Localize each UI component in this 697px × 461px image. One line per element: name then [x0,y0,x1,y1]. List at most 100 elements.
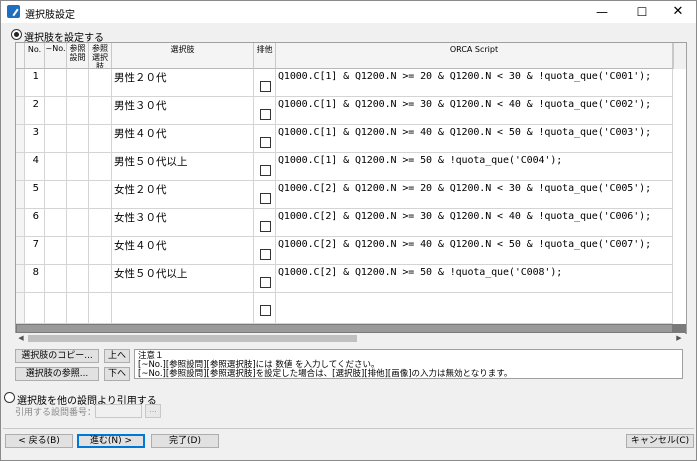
cell-tilde-no[interactable] [45,209,67,237]
exclusive-checkbox[interactable] [260,81,271,92]
minimize-icon[interactable]: — [583,1,621,23]
cell-no[interactable]: 6 [25,209,45,237]
cell-ref-question[interactable] [67,209,89,237]
cell-choice[interactable]: 男性３０代 [112,97,254,125]
col-header-choice[interactable]: 選択肢 [112,43,254,69]
col-header-no[interactable]: No. [25,43,45,69]
cell-script[interactable]: Q1000.C[1] & Q1200.N >= 20 & Q1200.N < 3… [276,69,673,97]
cell-choice[interactable]: 女性３０代 [112,209,254,237]
finish-button[interactable]: 完了(D) [151,434,219,448]
cite-question-number-input[interactable] [95,404,142,418]
cell-no[interactable]: 5 [25,181,45,209]
maximize-icon[interactable]: ☐ [623,1,661,23]
cell-ref-choice[interactable] [89,125,112,153]
back-button[interactable]: < 戻る(B) [5,434,73,448]
cancel-button[interactable]: キャンセル(C) [626,434,694,448]
cell-ref-question[interactable] [67,97,89,125]
exclusive-checkbox[interactable] [260,277,271,288]
cell-tilde-no[interactable] [45,237,67,265]
cell-choice[interactable]: 女性２０代 [112,181,254,209]
move-up-button[interactable]: 上へ [104,349,130,363]
cell-script[interactable]: Q1000.C[2] & Q1200.N >= 20 & Q1200.N < 3… [276,181,673,209]
col-header-tilde-no[interactable]: ~No. [45,43,67,69]
cell-no[interactable]: 8 [25,265,45,293]
cell-ref-question[interactable] [67,265,89,293]
cell-tilde-no[interactable] [45,181,67,209]
cell-choice[interactable]: 男性４０代 [112,125,254,153]
exclusive-checkbox[interactable] [260,221,271,232]
cell-ref-choice[interactable] [89,265,112,293]
cell-choice[interactable]: 女性４０代 [112,237,254,265]
exclusive-checkbox[interactable] [260,193,271,204]
cell-exclusive[interactable] [254,125,276,153]
cell-script[interactable]: Q1000.C[2] & Q1200.N >= 30 & Q1200.N < 4… [276,209,673,237]
cell-ref-choice[interactable] [89,293,112,324]
cell-ref-choice[interactable] [89,237,112,265]
col-header-exclusive[interactable]: 排他 [254,43,276,69]
cell-tilde-no[interactable] [45,97,67,125]
cell-ref-choice[interactable] [89,69,112,97]
cell-tilde-no[interactable] [45,69,67,97]
cell-exclusive[interactable] [254,181,276,209]
horizontal-scrollbar[interactable]: ◀ ▶ [15,333,685,344]
cell-exclusive[interactable] [254,209,276,237]
cell-script[interactable]: Q1000.C[2] & Q1200.N >= 50 & !quota_que(… [276,265,673,293]
cell-no[interactable] [25,293,45,324]
scroll-right-icon[interactable]: ▶ [673,333,685,344]
cell-ref-choice[interactable] [89,209,112,237]
cite-browse-button[interactable]: ... [145,404,161,418]
next-button[interactable]: 進む(N) > [77,434,145,448]
set-choices-radio[interactable] [11,29,22,40]
cell-no[interactable]: 3 [25,125,45,153]
cell-tilde-no[interactable] [45,125,67,153]
cell-exclusive[interactable] [254,97,276,125]
cell-choice[interactable]: 男性２０代 [112,69,254,97]
cell-script[interactable] [276,293,673,324]
exclusive-checkbox[interactable] [260,165,271,176]
cell-script[interactable]: Q1000.C[2] & Q1200.N >= 40 & Q1200.N < 5… [276,237,673,265]
cell-ref-choice[interactable] [89,153,112,181]
cell-script[interactable]: Q1000.C[1] & Q1200.N >= 50 & !quota_que(… [276,153,673,181]
copy-choices-button[interactable]: 選択肢のコピー... [15,349,99,363]
close-icon[interactable]: ✕ [659,1,696,23]
cell-ref-question[interactable] [67,153,89,181]
cell-ref-choice[interactable] [89,181,112,209]
exclusive-checkbox[interactable] [260,137,271,148]
cell-ref-question[interactable] [67,69,89,97]
exclusive-checkbox[interactable] [260,249,271,260]
cell-script[interactable]: Q1000.C[1] & Q1200.N >= 40 & Q1200.N < 5… [276,125,673,153]
cell-script[interactable]: Q1000.C[1] & Q1200.N >= 30 & Q1200.N < 4… [276,97,673,125]
cell-exclusive[interactable] [254,237,276,265]
exclusive-checkbox[interactable] [260,109,271,120]
scroll-left-icon[interactable]: ◀ [15,333,27,344]
cell-exclusive[interactable] [254,153,276,181]
cell-ref-question[interactable] [67,293,89,324]
cell-no[interactable]: 2 [25,97,45,125]
cite-choices-radio[interactable] [4,392,15,403]
cell-ref-question[interactable] [67,125,89,153]
cell-tilde-no[interactable] [45,265,67,293]
cell-exclusive[interactable] [254,293,276,324]
choice-grid: No. ~No. 参照設問 参照選択肢 選択肢 排他 ORCA Script 1… [15,42,687,334]
reference-choices-button[interactable]: 選択肢の参照... [15,367,99,381]
cell-no[interactable]: 4 [25,153,45,181]
row-header [16,293,25,324]
move-down-button[interactable]: 下へ [104,367,130,381]
cell-tilde-no[interactable] [45,293,67,324]
cell-no[interactable]: 7 [25,237,45,265]
cell-no[interactable]: 1 [25,69,45,97]
cell-ref-question[interactable] [67,181,89,209]
cell-choice[interactable] [112,293,254,324]
cell-choice[interactable]: 男性５０代以上 [112,153,254,181]
cell-tilde-no[interactable] [45,153,67,181]
cell-exclusive[interactable] [254,69,276,97]
cell-exclusive[interactable] [254,265,276,293]
exclusive-checkbox[interactable] [260,305,271,316]
cell-choice[interactable]: 女性５０代以上 [112,265,254,293]
cell-ref-question[interactable] [67,237,89,265]
col-header-script[interactable]: ORCA Script [276,43,673,69]
scrollbar-thumb[interactable] [28,335,357,342]
col-header-ref-question[interactable]: 参照設問 [67,43,89,69]
cell-ref-choice[interactable] [89,97,112,125]
col-header-ref-choice[interactable]: 参照選択肢 [89,43,112,69]
